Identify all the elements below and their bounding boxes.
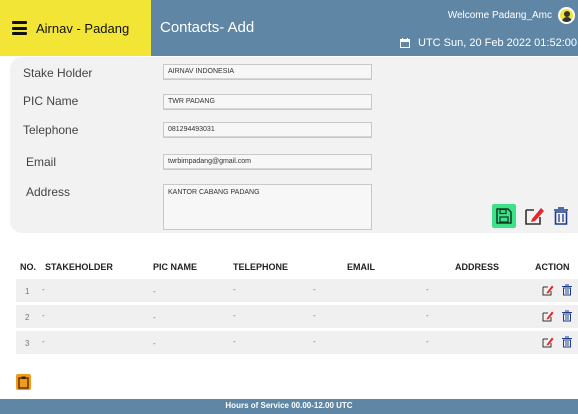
row-email: -	[313, 285, 316, 294]
row-stakeholder: -	[42, 337, 45, 346]
user-avatar-icon[interactable]	[558, 7, 575, 24]
datetime-text: UTC Sun, 20 Feb 2022 01:52:00	[418, 37, 577, 49]
column-header-email: EMAIL	[347, 262, 375, 272]
stakeholder-input[interactable]: AIRNAV INDONESIA	[163, 64, 372, 80]
email-label: Email	[26, 155, 57, 169]
column-header-address: ADDRESS	[455, 262, 500, 272]
edit-pencil-icon	[525, 208, 544, 225]
table-row: 1 - - - - -	[16, 279, 578, 302]
table-row: 3 - - - - -	[16, 331, 578, 354]
trash-icon	[554, 207, 568, 225]
row-pic-name: -	[153, 339, 156, 348]
row-delete-icon[interactable]	[561, 310, 573, 322]
row-edit-icon[interactable]	[542, 284, 554, 296]
row-delete-icon[interactable]	[561, 284, 573, 296]
row-edit-icon[interactable]	[542, 336, 554, 348]
pic-name-label: PIC Name	[23, 94, 79, 108]
hamburger-menu-icon[interactable]	[12, 21, 27, 35]
brand-name: Airnav - Padang	[36, 20, 130, 36]
row-address: -	[426, 285, 429, 294]
column-header-stakeholder: STAKEHOLDER	[45, 262, 113, 272]
welcome-text: Welcome Padang_Amc	[447, 10, 552, 21]
row-telephone: -	[233, 337, 236, 346]
column-header-no: NO.	[20, 262, 37, 272]
row-telephone: -	[233, 285, 236, 294]
row-stakeholder: -	[42, 311, 45, 320]
table-row: 2 - - - - -	[16, 305, 578, 328]
column-header-telephone: TELEPHONE	[233, 262, 289, 272]
row-edit-icon[interactable]	[542, 310, 554, 322]
footer-text: Hours of Service 00.00-12.00 UTC	[225, 401, 353, 410]
row-address: -	[426, 337, 429, 346]
pic-name-input[interactable]: TWR PADANG	[163, 94, 372, 110]
address-label: Address	[26, 185, 71, 199]
row-pic-name: -	[153, 287, 156, 296]
telephone-label: Telephone	[23, 123, 79, 137]
row-email: -	[313, 337, 316, 346]
save-button[interactable]	[492, 204, 516, 228]
delete-button[interactable]	[550, 204, 572, 228]
footer-bar: Hours of Service 00.00-12.00 UTC	[0, 399, 578, 414]
page-title: Contacts- Add	[160, 19, 255, 36]
row-no: 1	[25, 287, 30, 296]
brand-area: Airnav - Padang	[0, 0, 151, 56]
row-email: -	[313, 311, 316, 320]
email-input[interactable]: twrbimpadang@gmail.com	[163, 154, 372, 170]
row-no: 2	[25, 313, 30, 322]
row-delete-icon[interactable]	[561, 336, 573, 348]
telephone-input[interactable]: 081294493031	[163, 122, 372, 138]
row-address: -	[426, 311, 429, 320]
stakeholder-label: Stake Holder	[23, 66, 93, 80]
column-header-action: ACTION	[535, 262, 570, 272]
clipboard-button[interactable]	[16, 374, 31, 390]
top-header: Airnav - Padang Contacts- Add Welcome Pa…	[0, 0, 578, 56]
floppy-disk-icon	[496, 208, 512, 224]
clipboard-icon	[18, 376, 29, 389]
row-no: 3	[25, 339, 30, 348]
address-textarea[interactable]: KANTOR CABANG PADANG	[163, 184, 372, 230]
column-header-pic-name: PIC NAME	[153, 262, 198, 272]
calendar-icon	[400, 38, 410, 48]
datetime-display: UTC Sun, 20 Feb 2022 01:52:00	[400, 37, 577, 49]
edit-button[interactable]	[522, 204, 546, 228]
row-pic-name: -	[153, 313, 156, 322]
row-stakeholder: -	[42, 285, 45, 294]
row-telephone: -	[233, 311, 236, 320]
